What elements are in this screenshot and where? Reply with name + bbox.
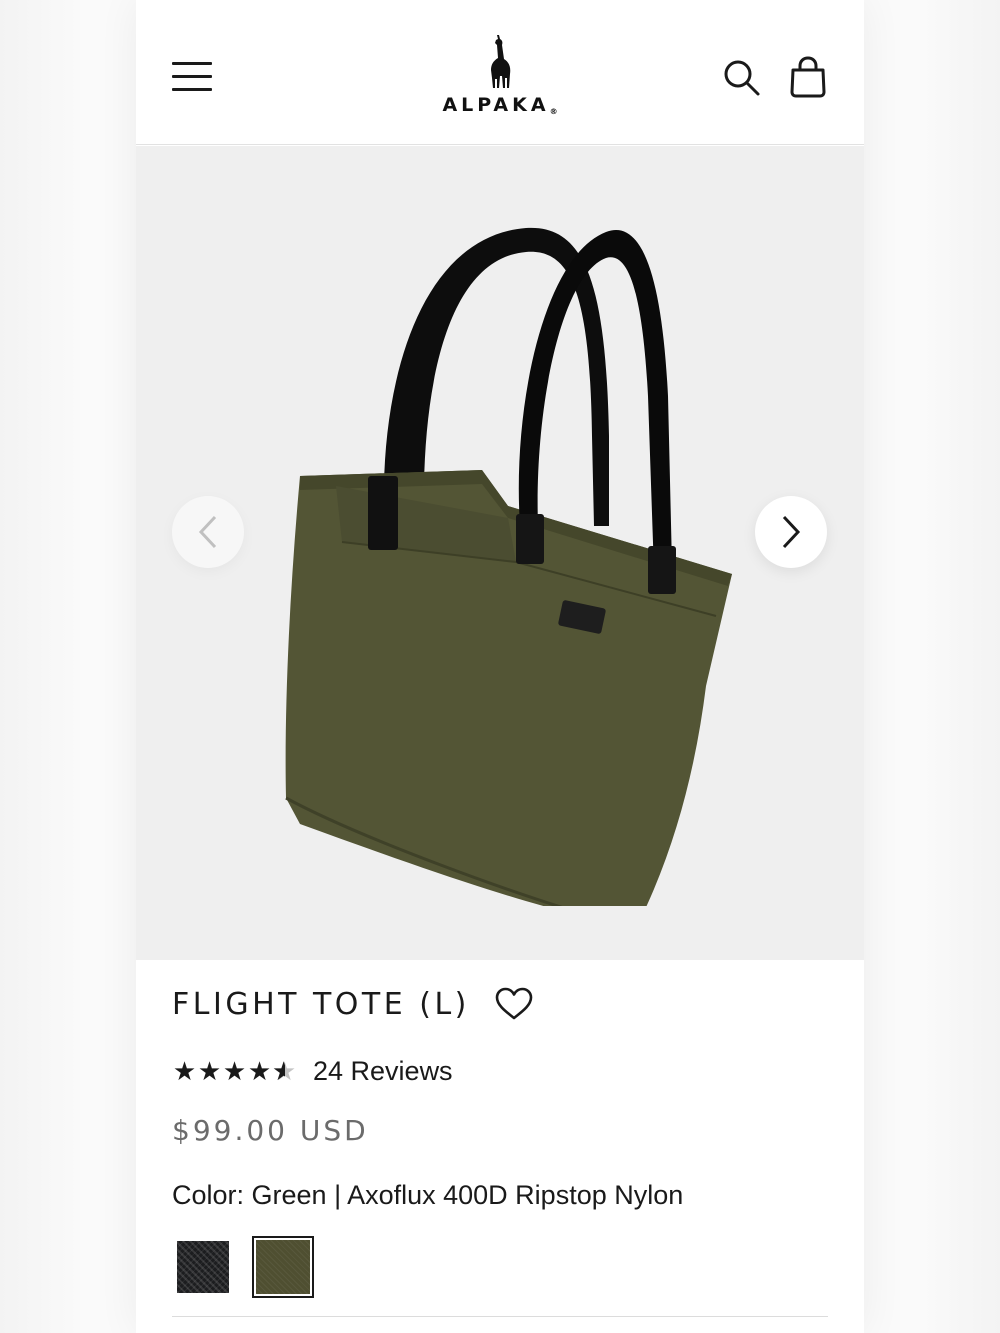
cart-button[interactable] <box>788 56 828 98</box>
half-star-icon: ★ ★ <box>272 1056 297 1086</box>
product-image-gallery[interactable] <box>136 146 864 960</box>
shopping-bag-icon <box>790 56 826 98</box>
heart-icon <box>495 987 533 1020</box>
chevron-right-icon <box>782 515 801 549</box>
product-image <box>285 227 732 906</box>
star-icon: ★ <box>222 1056 247 1086</box>
search-button[interactable] <box>722 58 762 98</box>
rating-row: ★ ★ ★ ★ ★ ★ 24 Reviews <box>172 1054 453 1088</box>
wishlist-button[interactable] <box>494 986 536 1022</box>
llama-logo-icon <box>491 35 511 88</box>
swatch-green-chip <box>256 1240 310 1294</box>
search-icon <box>724 60 760 96</box>
brand-logo[interactable]: ALPAKA® <box>436 34 564 120</box>
product-title: FLIGHT TOTE (L) <box>172 986 470 1022</box>
previous-image-button[interactable] <box>172 496 244 568</box>
star-icon: ★ <box>172 1056 197 1086</box>
next-image-button[interactable] <box>755 496 827 568</box>
hamburger-menu-icon <box>172 62 212 65</box>
reviews-link[interactable]: 24 Reviews <box>313 1056 453 1087</box>
color-label: Color: Green | Axoflux 400D Ripstop Nylo… <box>172 1180 684 1210</box>
star-icon: ★ <box>247 1056 272 1086</box>
swatch-green[interactable] <box>252 1236 314 1298</box>
swatch-black-chip <box>177 1241 229 1293</box>
product-price: $99.00 USD <box>172 1114 369 1147</box>
product-page: ALPAKA® FLIGHT TOTE (L) ★ ★ ★ ★ ★ ★ 24 R… <box>136 0 864 1333</box>
color-swatches <box>172 1236 332 1298</box>
chevron-left-icon <box>198 515 217 549</box>
site-header: ALPAKA® <box>136 0 864 145</box>
product-title-row: FLIGHT TOTE (L) <box>172 982 536 1026</box>
menu-button[interactable] <box>172 62 212 92</box>
brand-wordmark: ALPAKA® <box>442 94 558 116</box>
star-rating: ★ ★ ★ ★ ★ ★ <box>172 1058 297 1084</box>
star-icon: ★ <box>197 1056 222 1086</box>
divider <box>172 1316 828 1317</box>
swatch-black[interactable] <box>172 1236 234 1298</box>
